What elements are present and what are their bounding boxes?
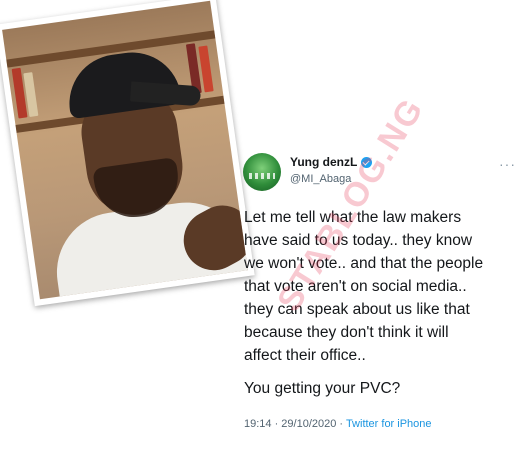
profile-photo <box>2 0 248 300</box>
tweet-line: have said to us today.. they know <box>244 232 473 249</box>
profile-photo-card <box>0 0 255 307</box>
tweet-line: affect their office.. <box>244 347 366 364</box>
tweet-paragraph: Let me tell what the law makers have sai… <box>244 206 522 367</box>
tweet-timestamp[interactable]: 19:14 · 29/10/2020 · <box>244 418 343 430</box>
verified-badge-icon <box>361 156 373 168</box>
tweet-body: Let me tell what the law makers have sai… <box>244 206 522 400</box>
tweet-line: because they don't think it will <box>244 324 449 341</box>
avatar[interactable] <box>243 153 281 191</box>
user-handle[interactable]: @MI_Abaga <box>290 173 351 185</box>
tweet-line: Let me tell what the law makers <box>244 209 462 226</box>
tweet-line: we won't vote.. and that the people <box>244 255 484 272</box>
tweet-meta: 19:14 · 29/10/2020 · Twitter for iPhone <box>244 418 432 430</box>
tweet-line: that vote aren't on social media.. <box>244 278 467 295</box>
tweet-line: they can speak about us like that <box>244 301 470 318</box>
tweet-card: Yung denzL @MI_Abaga ··· Let me tell wha… <box>242 91 526 444</box>
display-name-text[interactable]: Yung denzL <box>290 155 357 169</box>
display-name[interactable]: Yung denzL <box>290 155 373 169</box>
tweet-source-link[interactable]: Twitter for iPhone <box>346 418 432 430</box>
tweet-question: You getting your PVC? <box>244 380 401 397</box>
more-dots-icon[interactable]: ··· <box>499 156 516 172</box>
